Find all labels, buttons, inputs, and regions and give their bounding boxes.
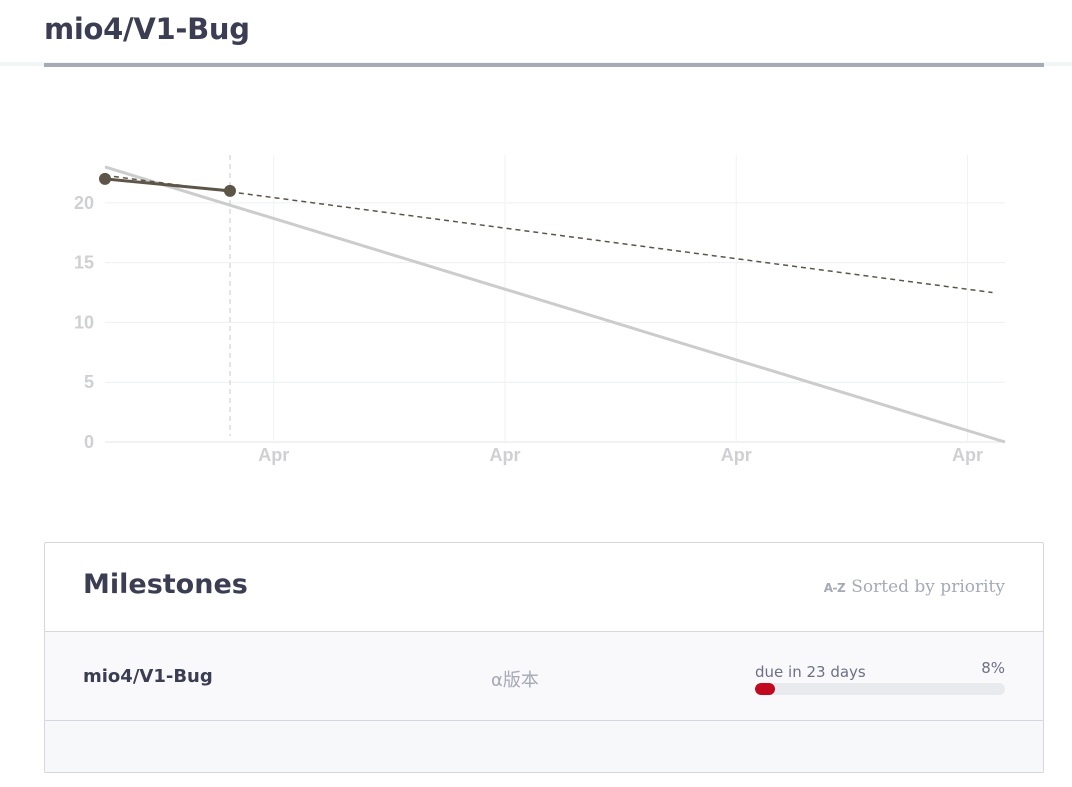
milestone-row[interactable]: mio4/V1-Bug α版本 due in 23 days 8% [45,632,1043,721]
burndown-chart: 0 5 10 15 20 Apr Apr Apr Apr [74,155,1006,465]
actual-line [104,177,231,193]
milestones-title: Milestones [83,569,248,600]
milestone-progress-fill [755,683,775,695]
milestones-header: Milestones A-Z Sorted by priority [45,543,1043,632]
page: mio4/V1-Bug 0 5 10 15 20 Apr Apr Apr Apr Milesto… [0,0,1072,787]
milestone-progress-bar [755,683,1005,695]
y-tick-label: 15 [74,253,94,273]
milestone-name-link[interactable]: mio4/V1-Bug [83,666,213,687]
milestone-version: α版本 [491,670,539,691]
projection-line [104,174,993,294]
milestone-due: due in 23 days [755,663,866,681]
x-tick-label: Apr [490,445,521,465]
actual-point [99,172,111,185]
x-tick-label: Apr [952,445,983,465]
x-tick-label: Apr [721,445,752,465]
sort-label: Sorted by priority [851,577,1005,597]
x-tick-label: Apr [258,445,289,465]
sort-by-priority-button[interactable]: A-Z Sorted by priority [824,577,1005,597]
y-tick-label: 10 [74,312,94,332]
y-tick-label: 20 [74,193,94,213]
ideal-line [104,165,1006,444]
sort-az-icon: A-Z [823,581,846,595]
milestones-footer [45,721,1043,772]
milestones-panel: Milestones A-Z Sorted by priority mio4/V… [44,542,1044,773]
actual-point [224,184,236,197]
milestone-percent: 8% [981,659,1005,677]
y-tick-label: 0 [84,432,94,452]
y-tick-label: 5 [84,372,94,392]
